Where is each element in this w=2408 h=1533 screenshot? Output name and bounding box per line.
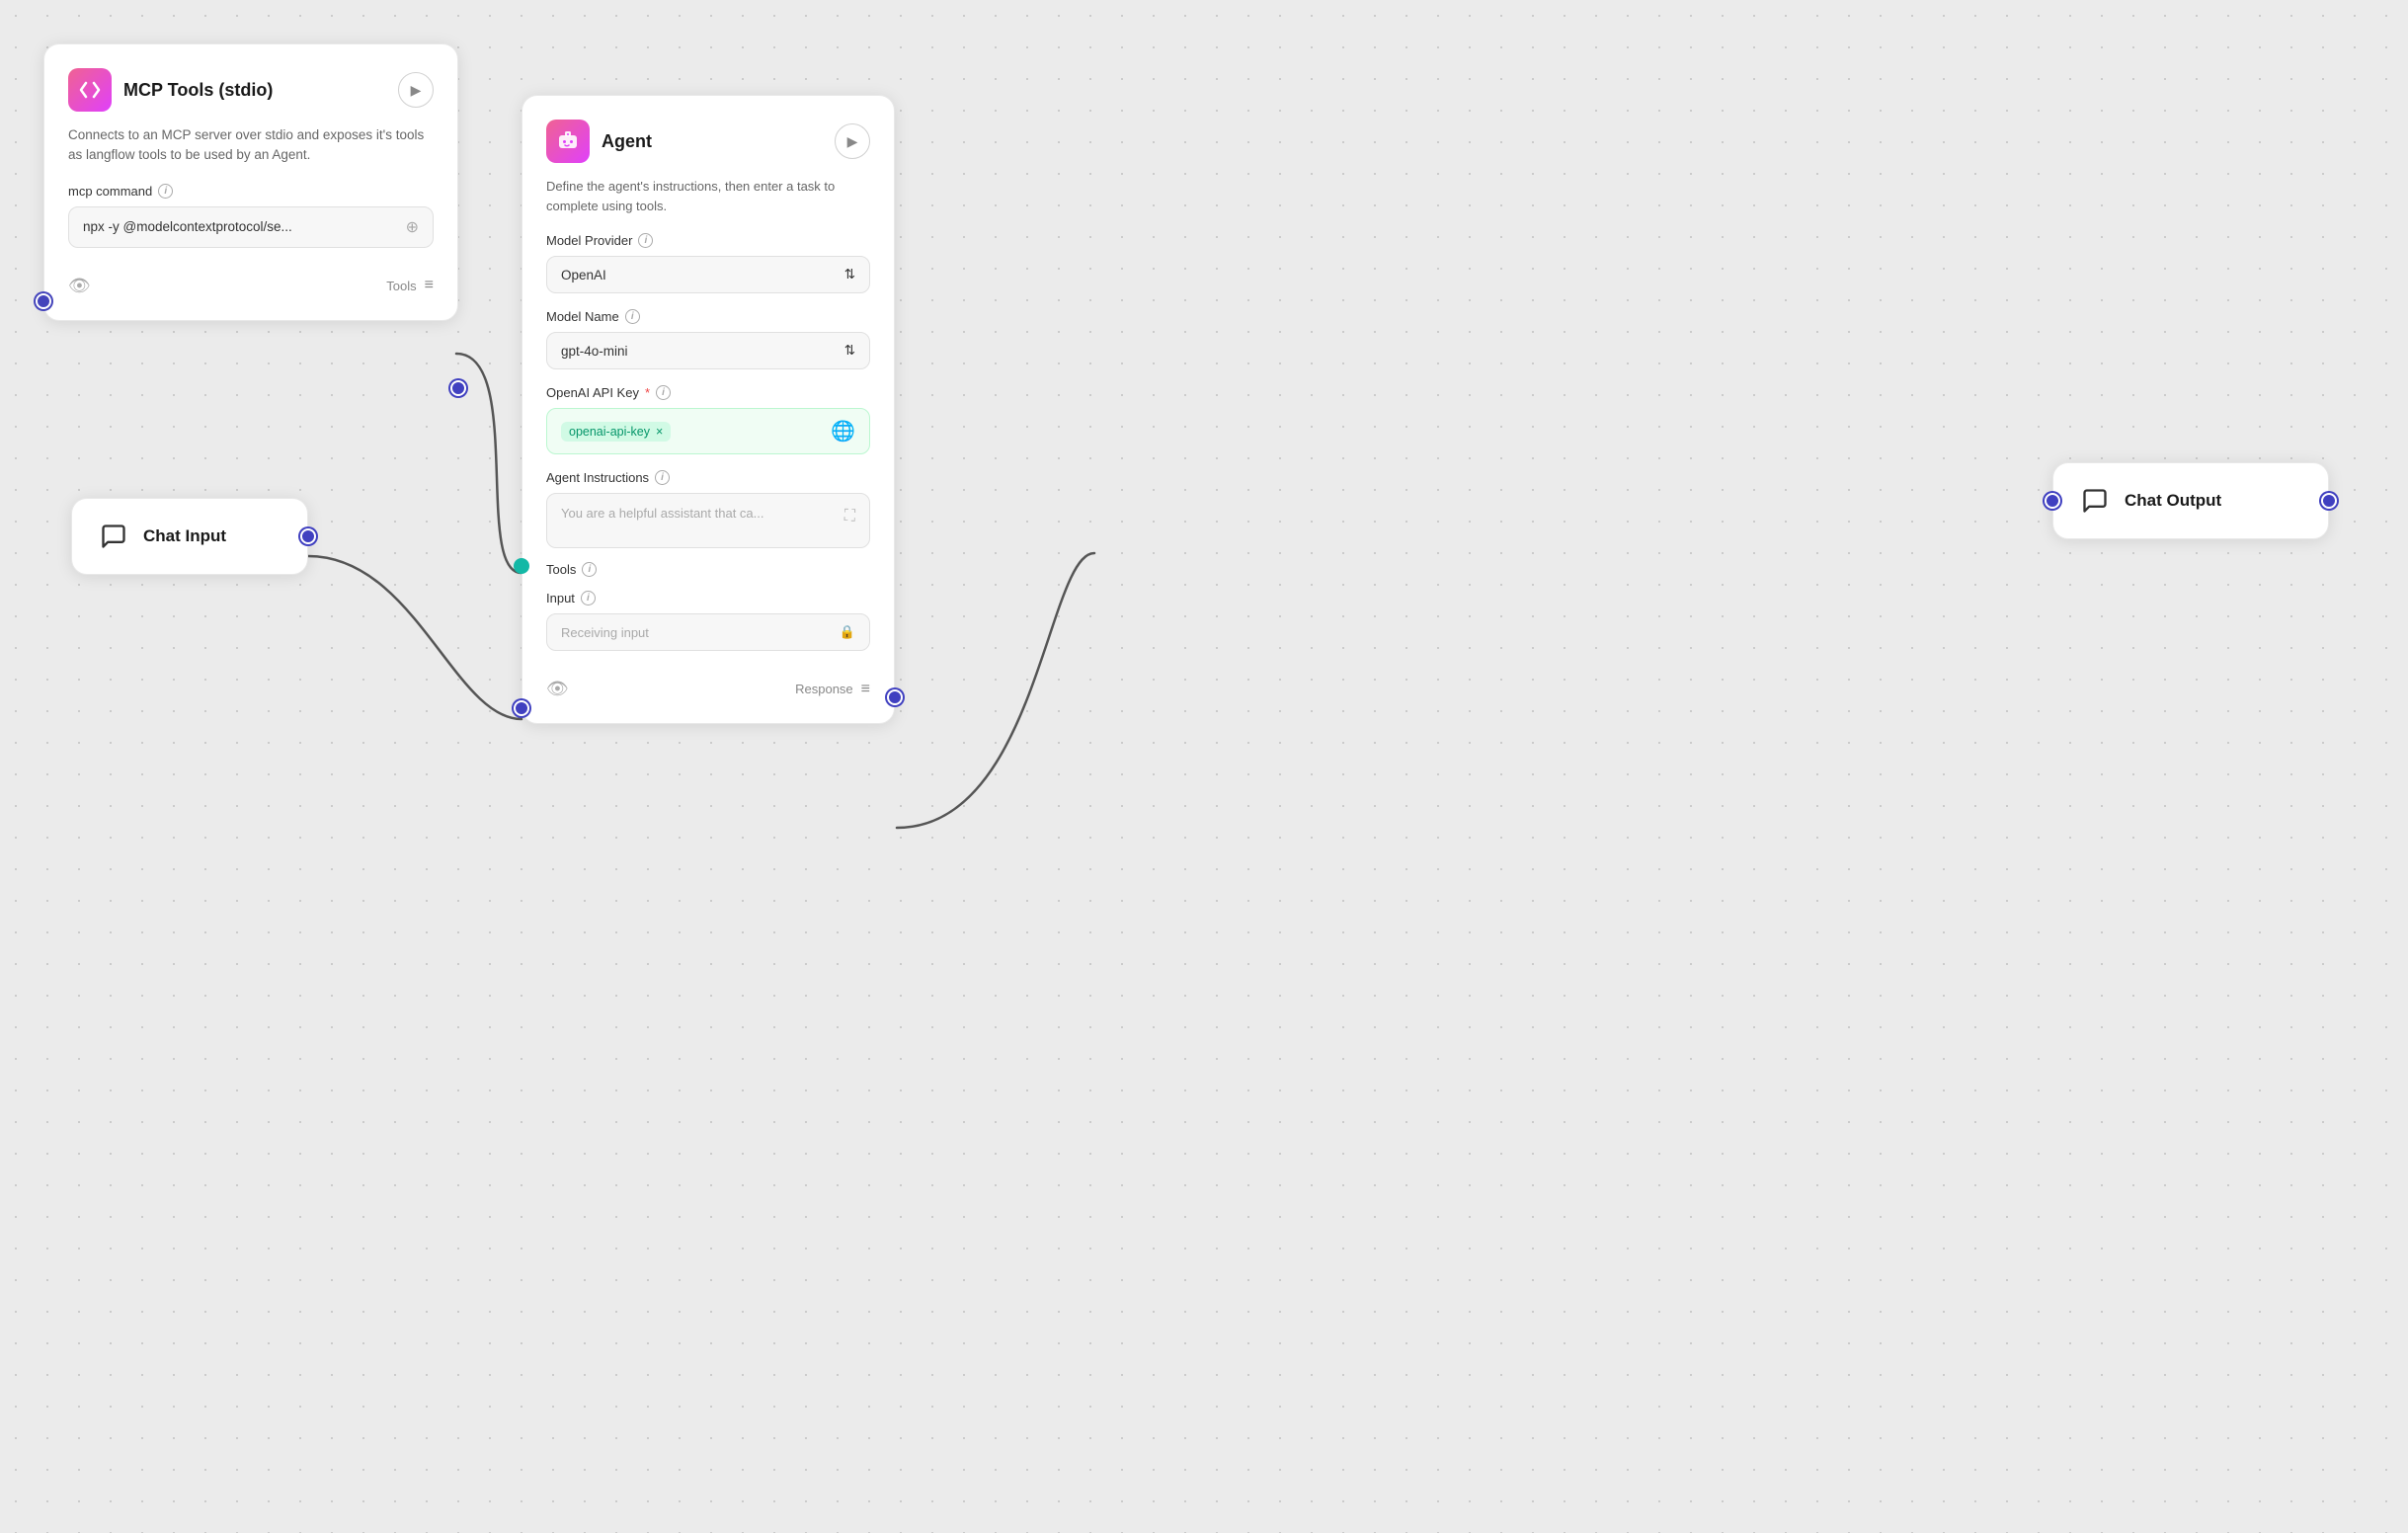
chat-output-card: Chat Output (2052, 462, 2329, 539)
agent-instructions-field[interactable]: You are a helpful assistant that ca... ⛶ (546, 493, 870, 548)
lock-icon: 🔒 (840, 624, 855, 640)
chevron-updown-icon: ⇅ (844, 267, 855, 282)
agent-input-section: Input i Receiving input 🔒 (546, 591, 870, 651)
agent-eye-icon[interactable]: 👁 (546, 679, 569, 699)
mcp-command-info-icon[interactable]: i (158, 184, 173, 199)
api-key-info-icon[interactable]: i (656, 385, 671, 400)
chat-input-icon (96, 519, 131, 554)
model-name-label: Model Name i (546, 309, 870, 324)
agent-tools-label: Tools (546, 562, 576, 577)
mcp-left-dot[interactable] (36, 293, 51, 309)
agent-instructions-label: Agent Instructions i (546, 470, 870, 485)
mcp-run-button[interactable]: ▶ (398, 72, 434, 108)
mcp-card-header-left: MCP Tools (stdio) (68, 68, 273, 112)
model-name-value: gpt-4o-mini (561, 344, 628, 359)
model-name-chevron-icon: ⇅ (844, 343, 855, 359)
agent-instructions-placeholder: You are a helpful assistant that ca... (561, 506, 764, 521)
agent-receiving-field: Receiving input 🔒 (546, 613, 870, 651)
mcp-card-description: Connects to an MCP server over stdio and… (68, 125, 434, 166)
mcp-command-input-row: ⊕ (68, 206, 434, 248)
mcp-command-input[interactable] (83, 219, 398, 234)
code-icon (78, 78, 102, 102)
chat-output-right-dot[interactable] (2321, 493, 2337, 509)
agent-tools-info-icon[interactable]: i (582, 562, 597, 577)
api-key-value: openai-api-key (569, 425, 650, 439)
agent-card-header: Agent ▶ (546, 120, 870, 163)
canvas: MCP Tools (stdio) ▶ Connects to an MCP s… (0, 0, 2408, 1533)
mcp-command-label: mcp command i (68, 184, 434, 199)
required-star: * (645, 385, 650, 400)
tools-output-dot[interactable] (450, 380, 466, 396)
eye-icon[interactable]: 👁 (68, 276, 91, 296)
agent-card-description: Define the agent's instructions, then en… (546, 177, 870, 215)
globe-green-icon[interactable]: 🌐 (831, 419, 855, 444)
chat-output-label: Chat Output (2125, 491, 2221, 511)
model-name-select[interactable]: gpt-4o-mini ⇅ (546, 332, 870, 369)
model-provider-select[interactable]: OpenAI ⇅ (546, 256, 870, 293)
expand-icon[interactable]: ⛶ (844, 508, 855, 525)
agent-run-button[interactable]: ▶ (835, 123, 870, 159)
chat-input-output-dot[interactable] (300, 528, 316, 544)
agent-input-info-icon[interactable]: i (581, 591, 596, 605)
model-provider-label: Model Provider i (546, 233, 870, 248)
mcp-card-footer: 👁 Tools ≡ (68, 266, 434, 296)
chat-input-label: Chat Input (143, 526, 226, 546)
agent-card: Agent ▶ Define the agent's instructions,… (522, 95, 895, 724)
api-key-label: OpenAI API Key * i (546, 385, 870, 400)
agent-tools-row: Tools i (546, 562, 870, 577)
mcp-tools-card: MCP Tools (stdio) ▶ Connects to an MCP s… (43, 43, 458, 321)
mcp-icon (68, 68, 112, 112)
mcp-tools-footer-right: Tools ≡ (386, 277, 434, 294)
agent-card-footer: 👁 Response ≡ (546, 669, 870, 699)
agent-response-output-dot[interactable] (887, 689, 903, 705)
agent-response-footer: Response ≡ (795, 681, 870, 698)
api-key-remove-button[interactable]: × (656, 425, 663, 439)
chat-output-icon (2077, 483, 2113, 519)
agent-icon (546, 120, 590, 163)
agent-card-header-left: Agent (546, 120, 652, 163)
agent-list-icon: ≡ (861, 681, 870, 698)
model-provider-info-icon[interactable]: i (638, 233, 653, 248)
agent-input-label: Input i (546, 591, 870, 605)
mcp-card-title: MCP Tools (stdio) (123, 80, 273, 101)
mcp-card-header: MCP Tools (stdio) ▶ (68, 68, 434, 112)
tools-label: Tools (386, 279, 416, 293)
api-key-tag: openai-api-key × (561, 422, 671, 442)
agent-response-label: Response (795, 682, 853, 696)
api-key-field: openai-api-key × 🌐 (546, 408, 870, 454)
model-name-info-icon[interactable]: i (625, 309, 640, 324)
agent-input-dot[interactable] (514, 700, 529, 716)
globe-icon: ⊕ (406, 217, 419, 237)
agent-card-title: Agent (602, 131, 652, 152)
agent-tools-input-dot[interactable] (514, 558, 529, 574)
chat-output-input-dot[interactable] (2045, 493, 2060, 509)
list-icon: ≡ (425, 277, 434, 294)
agent-receiving-placeholder: Receiving input (561, 625, 649, 640)
model-provider-value: OpenAI (561, 268, 606, 282)
agent-instructions-info-icon[interactable]: i (655, 470, 670, 485)
chat-input-card: Chat Input (71, 498, 308, 575)
